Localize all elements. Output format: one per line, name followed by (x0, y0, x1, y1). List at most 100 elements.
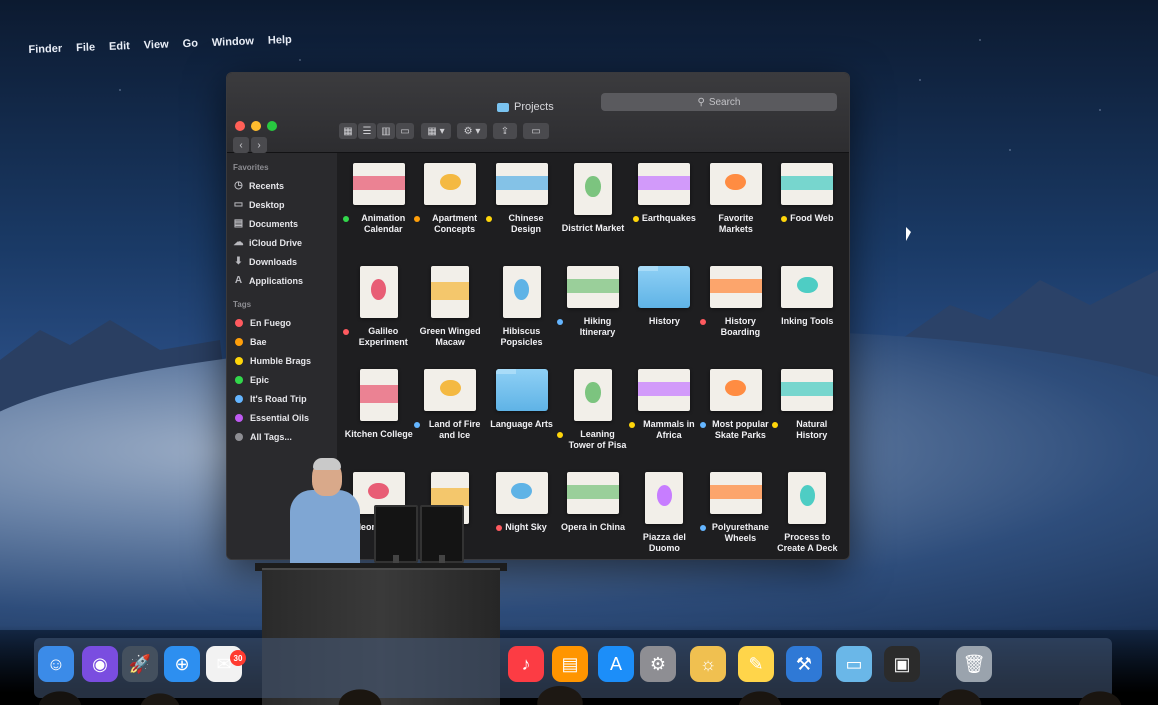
document-thumbnail (495, 163, 548, 205)
action-menu: ⚙ ▾ (457, 123, 487, 139)
file-item[interactable]: Language Arts (486, 365, 557, 468)
file-label: Favorite Markets (700, 213, 771, 235)
file-label: History Boarding (700, 316, 771, 338)
sidebar-tag-label: Bae (250, 336, 267, 347)
file-name: Green Winged Macaw (419, 326, 481, 347)
file-item[interactable]: Land of Fire and Ice (414, 365, 485, 468)
title-bar: Projects ‹ › ▦ ☰ ▥ ▭ ▦ ▾ ⚙ ▾ ⇪ ▭ ⚲ Searc… (227, 73, 849, 153)
document-thumbnail (645, 472, 684, 524)
gallery-view-button[interactable]: ▭ (396, 123, 414, 139)
tag-dot (557, 319, 564, 325)
file-item[interactable]: History (629, 262, 700, 365)
tag-dot (632, 216, 639, 222)
file-name: Hiking Itinerary (579, 316, 616, 337)
file-item[interactable]: Natural History (771, 365, 843, 468)
file-item[interactable]: Polyurethane Wheels (700, 468, 771, 559)
file-item[interactable]: Chinese Design (485, 159, 557, 262)
sidebar-item-icloud-drive[interactable]: ☁ iCloud Drive (233, 233, 331, 252)
file-name: Natural History (796, 419, 828, 440)
menu-go[interactable]: Go (182, 37, 198, 50)
download-icon: ⬇ (234, 256, 243, 267)
tag-icon[interactable]: ▭ (523, 123, 549, 139)
sidebar-tag-4[interactable]: It's Road Trip (233, 389, 331, 408)
gear-icon[interactable]: ⚙ ▾ (457, 123, 487, 139)
tag-color-dot (235, 356, 243, 365)
file-name: Earthquakes (641, 213, 696, 223)
clock-icon: ◷ (234, 180, 243, 191)
sidebar-item-desktop[interactable]: ▭ Desktop (233, 195, 331, 214)
file-name: Polyurethane Wheels (711, 522, 769, 543)
zoom-button[interactable] (267, 121, 277, 131)
file-item[interactable]: Process to Create A Deck (772, 468, 843, 559)
file-item[interactable]: District Market (557, 159, 628, 262)
column-view-button[interactable]: ▥ (377, 123, 395, 139)
tag-dot (343, 329, 349, 335)
search-field[interactable]: ⚲ Search (601, 93, 837, 111)
file-name: Animation Calendar (361, 213, 406, 234)
sidebar-item-downloads[interactable]: ⬇ Downloads (233, 252, 331, 271)
menu-finder[interactable]: Finder (28, 43, 62, 56)
menu-help[interactable]: Help (268, 34, 292, 47)
file-item[interactable]: Inking Tools (772, 262, 843, 365)
file-item[interactable]: Kitchen College (343, 365, 414, 468)
tag-dot (496, 525, 503, 531)
file-item[interactable]: Food Web (772, 159, 843, 262)
file-label: Polyurethane Wheels (700, 522, 771, 544)
icon-view-button[interactable]: ▦ (339, 123, 357, 139)
file-name: Inking Tools (781, 316, 834, 326)
tag-color-dot (235, 337, 243, 346)
file-item[interactable]: Night Sky (486, 468, 557, 559)
sidebar-item-recents[interactable]: ◷ Recents (233, 176, 331, 195)
menu-view[interactable]: View (144, 39, 169, 52)
file-name: Favorite Markets (718, 213, 754, 234)
group-icon[interactable]: ▦ ▾ (421, 123, 451, 139)
file-item[interactable]: Hiking Itinerary (557, 262, 628, 365)
sidebar-item-documents[interactable]: ▤ Documents (233, 214, 331, 233)
sidebar-tag-3[interactable]: Epic (233, 370, 331, 389)
sidebar-tag-1[interactable]: Bae (233, 332, 331, 351)
document-thumbnail (566, 472, 619, 514)
close-button[interactable] (235, 121, 245, 131)
minimize-button[interactable] (251, 121, 261, 131)
file-item[interactable]: Most popular Skate Parks (700, 365, 771, 468)
file-item[interactable]: Favorite Markets (700, 159, 771, 262)
file-item[interactable]: Earthquakes (629, 159, 700, 262)
file-item[interactable]: Galileo Experiment (343, 262, 414, 365)
file-label: Land of Fire and Ice (414, 419, 485, 441)
file-item[interactable]: Animation Calendar (343, 159, 414, 262)
file-item[interactable]: Green Winged Macaw (414, 262, 485, 365)
menu-edit[interactable]: Edit (109, 40, 130, 53)
sidebar-tag-6[interactable]: All Tags... (233, 427, 331, 446)
tag-dot (414, 422, 421, 428)
tag-color-dot (235, 318, 243, 327)
tag-dot (771, 422, 778, 428)
list-view-button[interactable]: ☰ (358, 123, 376, 139)
sidebar-tag-5[interactable]: Essential Oils (233, 408, 331, 427)
file-item[interactable]: Piazza del Duomo (629, 468, 700, 559)
tag-color-dot (235, 375, 243, 384)
file-item[interactable]: Opera in China (557, 468, 628, 559)
share-icon[interactable]: ⇪ (493, 123, 517, 139)
document-thumbnail (781, 369, 834, 411)
menu-file[interactable]: File (76, 41, 95, 54)
menu-window[interactable]: Window (212, 35, 254, 49)
file-item[interactable]: Apartment Concepts (414, 159, 485, 262)
file-grid: Animation Calendar Apartment Concepts Chin… (337, 153, 849, 559)
back-button[interactable]: ‹ (233, 137, 249, 153)
folder-icon (497, 102, 509, 112)
file-item[interactable]: History Boarding (700, 262, 771, 365)
document-thumbnail (709, 472, 762, 514)
file-item[interactable]: Mammals in Africa (628, 365, 700, 468)
file-name: Night Sky (505, 522, 547, 532)
file-name: Most popular Skate Parks (712, 419, 769, 440)
search-icon: ⚲ (697, 96, 705, 108)
sidebar-tag-0[interactable]: En Fuego (233, 313, 331, 332)
file-item[interactable]: Leaning Tower of Pisa (557, 365, 628, 468)
file-label: District Market (562, 223, 625, 234)
view-mode-group: ▦ ☰ ▥ ▭ (339, 123, 414, 139)
sidebar-tag-2[interactable]: Humble Brags (233, 351, 331, 370)
file-label: Apartment Concepts (414, 213, 485, 235)
forward-button[interactable]: › (251, 137, 267, 153)
file-item[interactable]: Hibiscus Popsicles (486, 262, 557, 365)
sidebar-item-applications[interactable]: A Applications (233, 271, 331, 290)
